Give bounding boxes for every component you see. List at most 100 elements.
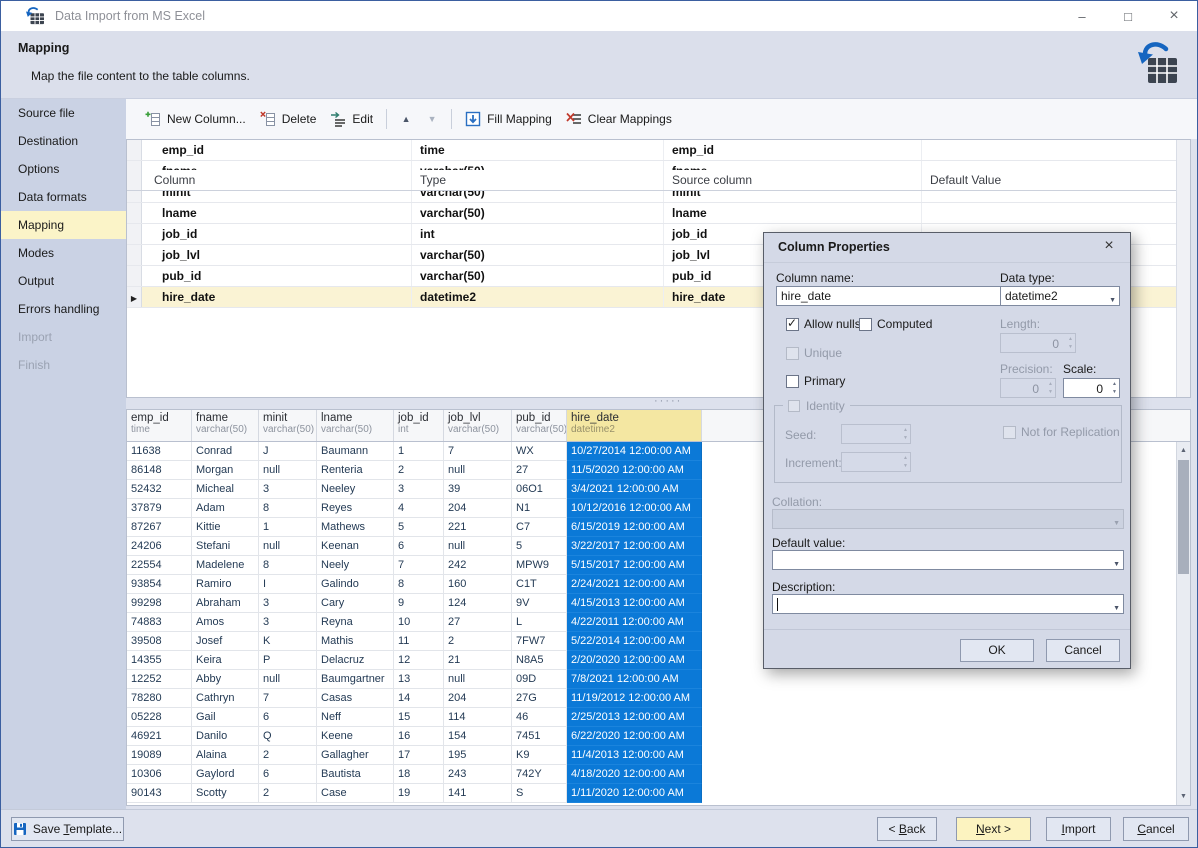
cell[interactable]: S [512,784,567,803]
cell[interactable]: 5 [394,518,444,537]
cell[interactable]: 13 [394,670,444,689]
cell[interactable]: Ramiro [192,575,259,594]
cell[interactable]: 8 [394,575,444,594]
cell[interactable]: 3 [394,480,444,499]
cell[interactable]: null [444,670,512,689]
cell[interactable]: 3 [259,594,317,613]
cell[interactable]: L [512,613,567,632]
cell[interactable]: 14 [394,689,444,708]
cell[interactable]: 86148 [127,461,192,480]
cell[interactable]: Baumann [317,442,394,461]
cell[interactable]: 19089 [127,746,192,765]
cell[interactable]: Adam [192,499,259,518]
spinner-down-icon[interactable]: ▼ [1112,389,1117,395]
cell[interactable]: 78280 [127,689,192,708]
cell[interactable]: 3 [259,613,317,632]
cancel-button[interactable]: Cancel [1123,817,1189,841]
cell[interactable]: varchar(50) [412,245,664,265]
cell[interactable]: 09D [512,670,567,689]
mapping-grid-scrollbar[interactable] [1176,140,1190,397]
cell[interactable]: K9 [512,746,567,765]
cell[interactable]: 2 [259,746,317,765]
sidebar-item-modes[interactable]: Modes [1,239,126,267]
cell[interactable]: 204 [444,689,512,708]
cell[interactable]: varchar(50) [412,203,664,223]
default-value-dropdown[interactable]: ▼ [772,550,1124,570]
cell[interactable]: 06O1 [512,480,567,499]
cell[interactable]: 24206 [127,537,192,556]
minimize-button[interactable]: – [1059,1,1105,31]
cell[interactable]: 7 [444,442,512,461]
cell[interactable]: 6/15/2019 12:00:00 AM [567,518,702,537]
cell[interactable]: 22554 [127,556,192,575]
cell[interactable]: 16 [394,727,444,746]
cell[interactable]: 11/5/2020 12:00:00 AM [567,461,702,480]
cell[interactable]: 141 [444,784,512,803]
sidebar-item-options[interactable]: Options [1,155,126,183]
cell[interactable]: 114 [444,708,512,727]
cell[interactable]: K [259,632,317,651]
cell[interactable]: Delacruz [317,651,394,670]
cell[interactable]: Abby [192,670,259,689]
dialog-close-icon[interactable]: × [1098,237,1120,255]
preview-column-header-minit[interactable]: minitvarchar(50) [259,410,317,441]
close-button[interactable]: × [1151,1,1197,31]
spinner-up-icon[interactable]: ▲ [1112,381,1117,387]
table-row[interactable]: 46921DaniloQKeene1615474516/22/2020 12:0… [127,727,1190,746]
cell[interactable]: Gail [192,708,259,727]
cell[interactable]: 5/22/2014 12:00:00 AM [567,632,702,651]
cell[interactable]: Case [317,784,394,803]
cell[interactable]: 6 [259,708,317,727]
column-header-default-value[interactable]: Default Value [922,170,1190,190]
cell[interactable]: 5/15/2017 12:00:00 AM [567,556,702,575]
cell[interactable]: Morgan [192,461,259,480]
cell[interactable]: 154 [444,727,512,746]
cell[interactable]: 11/4/2013 12:00:00 AM [567,746,702,765]
cell[interactable]: datetime2 [412,287,664,307]
cell[interactable]: Neeley [317,480,394,499]
cell[interactable]: 8 [259,499,317,518]
cell[interactable]: C1T [512,575,567,594]
cell[interactable]: null [259,670,317,689]
cell[interactable]: 1 [394,442,444,461]
sidebar-item-destination[interactable]: Destination [1,127,126,155]
scale-spinner[interactable]: 0▲▼ [1063,378,1120,398]
cell[interactable] [922,140,1190,160]
cell[interactable]: pub_id [142,266,412,286]
sidebar-item-errors-handling[interactable]: Errors handling [1,295,126,323]
cell[interactable]: N1 [512,499,567,518]
column-name-input[interactable]: hire_date [776,286,1004,306]
cell[interactable]: 2 [444,632,512,651]
cell[interactable]: C7 [512,518,567,537]
preview-column-header-emp_id[interactable]: emp_idtime [127,410,192,441]
description-input[interactable]: ▼ [772,594,1124,614]
cell[interactable]: Amos [192,613,259,632]
cell[interactable]: Keenan [317,537,394,556]
cell[interactable]: 6 [259,765,317,784]
cell[interactable]: 11/19/2012 12:00:00 AM [567,689,702,708]
cell[interactable]: null [444,537,512,556]
preview-column-header-fname[interactable]: fnamevarchar(50) [192,410,259,441]
cell[interactable]: 27G [512,689,567,708]
cell[interactable]: null [259,537,317,556]
ok-button[interactable]: OK [960,639,1034,662]
cell[interactable]: lname [664,203,922,223]
sidebar-item-data-formats[interactable]: Data formats [1,183,126,211]
sidebar-item-source-file[interactable]: Source file [1,99,126,127]
cell[interactable]: 39508 [127,632,192,651]
cell[interactable]: 204 [444,499,512,518]
cell[interactable]: Micheal [192,480,259,499]
column-header-column[interactable]: Column [142,170,412,190]
cell[interactable]: 21 [444,651,512,670]
cell[interactable]: 242 [444,556,512,575]
cell[interactable]: 742Y [512,765,567,784]
cell[interactable]: 243 [444,765,512,784]
preview-column-header-job_id[interactable]: job_idint [394,410,444,441]
cell[interactable]: 05228 [127,708,192,727]
cell[interactable]: 19 [394,784,444,803]
cell[interactable]: Reyes [317,499,394,518]
cell[interactable]: emp_id [664,140,922,160]
back-button[interactable]: < Back [877,817,937,841]
table-row[interactable]: 19089Alaina2Gallagher17195K911/4/2013 12… [127,746,1190,765]
preview-column-header-pub_id[interactable]: pub_idvarchar(50) [512,410,567,441]
